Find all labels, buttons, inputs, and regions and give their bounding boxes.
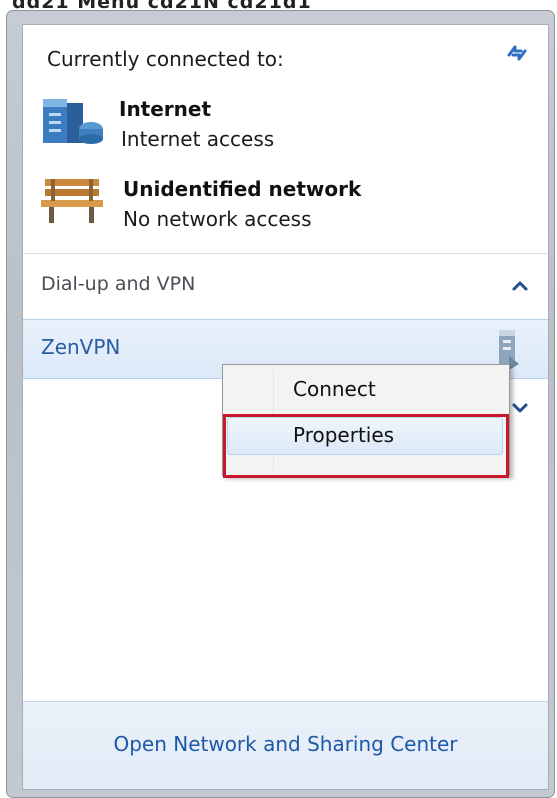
connected-header-title: Currently connected to: (47, 47, 284, 71)
menu-item-label: Properties (293, 423, 395, 447)
connection-status: No network access (123, 207, 312, 231)
open-network-sharing-center-link[interactable]: Open Network and Sharing Center (23, 732, 548, 756)
menu-item-label: Connect (293, 377, 376, 401)
connection-name: Internet (119, 97, 212, 121)
dialup-vpn-section-title: Dial-up and VPN (41, 273, 196, 295)
refresh-icon[interactable] (503, 39, 531, 67)
connection-name: Unidentified network (123, 177, 362, 201)
internet-network-icon (43, 99, 103, 144)
vpn-context-menu: Connect Properties (222, 364, 510, 476)
network-flyout-screenshot: dd21 Menu cd21N cd21d1 Currently connect… (0, 0, 557, 798)
bench-network-icon (41, 179, 103, 223)
menu-item-connect[interactable]: Connect (227, 371, 503, 409)
connection-status: Internet access (121, 127, 275, 151)
menu-item-properties[interactable]: Properties (227, 417, 503, 455)
section-divider (23, 253, 548, 254)
chevron-down-icon[interactable] (511, 401, 529, 415)
chevron-up-icon[interactable] (511, 279, 529, 293)
vpn-connection-name: ZenVPN (41, 335, 121, 359)
flyout-footer: Open Network and Sharing Center (23, 701, 548, 789)
